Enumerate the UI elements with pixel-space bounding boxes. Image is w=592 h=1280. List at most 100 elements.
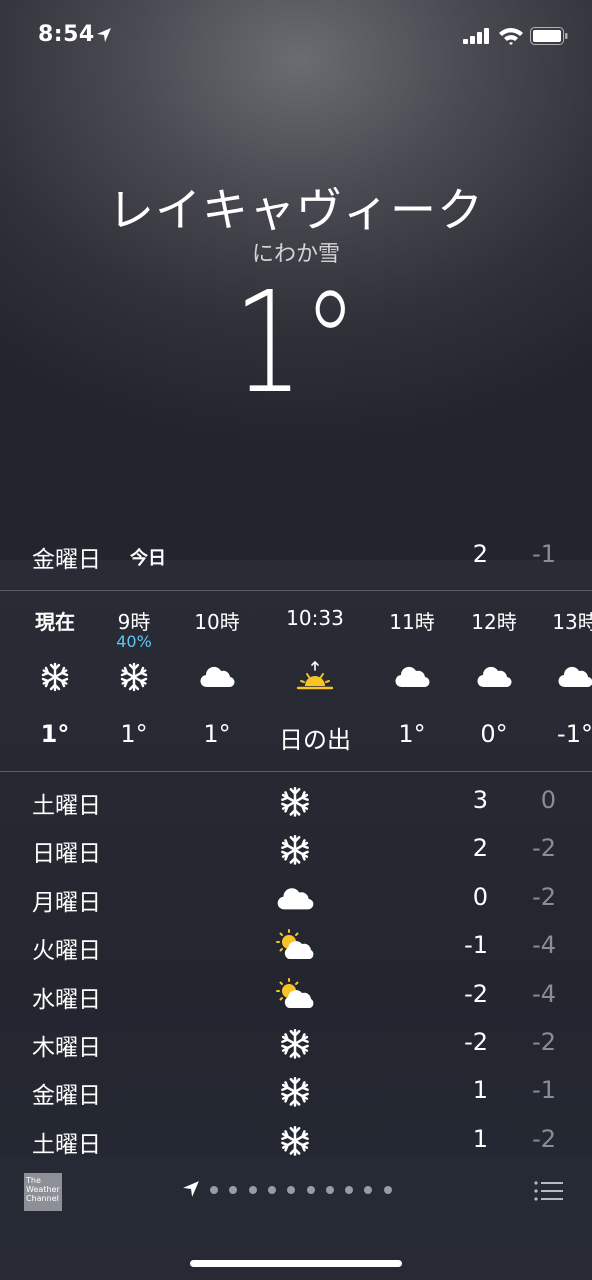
hour-temperature: 0° bbox=[480, 720, 508, 748]
cloud-icon bbox=[274, 881, 316, 915]
page-dot[interactable] bbox=[325, 1186, 334, 1194]
day-high: -2 bbox=[464, 1027, 488, 1056]
snow-icon bbox=[274, 832, 316, 866]
day-low: 0 bbox=[540, 786, 556, 814]
status-bar: 8:54 bbox=[0, 0, 592, 74]
day-high: 3 bbox=[472, 786, 488, 814]
daily-row: 火曜日 -1 -4 bbox=[0, 923, 592, 971]
today-day: 金曜日 bbox=[32, 547, 101, 573]
cloud-icon bbox=[474, 660, 514, 694]
footer-toolbar: The Weather Channel bbox=[0, 1158, 592, 1280]
hour-temperature: 1° bbox=[203, 720, 231, 748]
day-low: -2 bbox=[532, 1027, 556, 1056]
hourly-item: 10:33 日の出 bbox=[270, 592, 360, 770]
day-name: 土曜日 bbox=[32, 1131, 101, 1158]
day-high: 1 bbox=[472, 1076, 488, 1105]
hour-label: 12時 bbox=[471, 610, 517, 634]
signal-icon bbox=[463, 28, 489, 44]
day-low: -1 bbox=[532, 1076, 556, 1105]
hour-temperature: -1° bbox=[557, 720, 592, 748]
page-dot[interactable] bbox=[306, 1186, 315, 1194]
cloud-icon bbox=[392, 660, 432, 694]
hourly-item: 10時 1° bbox=[172, 592, 262, 770]
day-low: -2 bbox=[532, 882, 556, 911]
day-high: -1 bbox=[464, 931, 488, 960]
partly-sunny-icon bbox=[274, 977, 316, 1012]
hour-temperature: 日の出 bbox=[279, 726, 351, 754]
snow-icon bbox=[274, 1074, 316, 1108]
status-time: 8:54 bbox=[38, 22, 95, 47]
page-dot[interactable] bbox=[267, 1186, 276, 1194]
hour-temperature: 1° bbox=[398, 720, 426, 748]
hour-label: 10時 bbox=[194, 610, 240, 634]
daily-row: 金曜日 1 -1 bbox=[0, 1068, 592, 1116]
page-dot[interactable] bbox=[345, 1186, 354, 1194]
city-name: レイキャヴィーク bbox=[108, 183, 484, 237]
snow-icon bbox=[274, 784, 316, 818]
hourly-item: 12時 0° bbox=[449, 592, 539, 770]
weather-channel-logo[interactable]: The Weather Channel bbox=[24, 1173, 62, 1211]
snow-icon bbox=[35, 660, 75, 694]
page-dot[interactable] bbox=[364, 1186, 373, 1194]
daily-row: 木曜日 -2 -2 bbox=[0, 1020, 592, 1068]
today-high: 2 bbox=[472, 540, 488, 568]
sunrise-icon bbox=[295, 660, 335, 694]
partly-sunny-icon bbox=[274, 929, 316, 963]
location-arrow-icon bbox=[97, 28, 111, 42]
divider bbox=[0, 590, 592, 591]
current-temperature: 1° bbox=[233, 262, 359, 425]
home-indicator[interactable] bbox=[190, 1260, 402, 1267]
hourly-item: 9時 40% 1° bbox=[89, 592, 179, 770]
day-low: -4 bbox=[532, 931, 556, 960]
location-arrow-icon bbox=[183, 1181, 199, 1197]
snow-icon bbox=[274, 1026, 316, 1060]
snow-icon bbox=[274, 1123, 316, 1157]
day-low: -2 bbox=[532, 834, 556, 863]
page-dot[interactable] bbox=[229, 1186, 238, 1194]
hour-label: 10:33 bbox=[286, 606, 344, 630]
day-name: 木曜日 bbox=[32, 1034, 101, 1061]
hour-temperature: 1° bbox=[120, 720, 148, 748]
day-name: 日曜日 bbox=[32, 841, 101, 868]
precip-chance: 40% bbox=[116, 632, 152, 651]
wifi-icon bbox=[499, 28, 523, 45]
daily-row: 水曜日 -2 -4 bbox=[0, 972, 592, 1020]
day-name: 土曜日 bbox=[32, 793, 101, 819]
day-name: 金曜日 bbox=[32, 1083, 101, 1110]
today-low: -1 bbox=[532, 540, 556, 568]
hour-label: 現在 bbox=[35, 610, 75, 634]
hourly-item: 11時 1° bbox=[367, 592, 457, 770]
cloud-icon bbox=[555, 660, 592, 694]
today-label: 今日 bbox=[130, 548, 166, 569]
daily-row: 土曜日 3 0 bbox=[0, 778, 592, 826]
day-low: -2 bbox=[532, 1124, 556, 1153]
hour-temperature: 1° bbox=[40, 720, 70, 748]
hourly-item: 現在 1° bbox=[10, 592, 100, 770]
day-high: 0 bbox=[472, 882, 488, 911]
hour-label: 9時 bbox=[117, 610, 151, 634]
hour-label: 13時 bbox=[552, 610, 592, 634]
day-high: -2 bbox=[464, 979, 488, 1008]
day-name: 月曜日 bbox=[32, 889, 101, 916]
day-name: 火曜日 bbox=[32, 938, 101, 965]
cloud-icon bbox=[197, 660, 237, 694]
list-icon[interactable] bbox=[534, 1180, 564, 1202]
day-high: 2 bbox=[472, 834, 488, 863]
daily-row: 日曜日 2 -2 bbox=[0, 826, 592, 874]
divider bbox=[0, 771, 592, 772]
page-dot[interactable] bbox=[383, 1186, 392, 1194]
daily-row: 月曜日 0 -2 bbox=[0, 875, 592, 923]
hourly-forecast[interactable]: 現在 1° 9時 40% 1° 10時 1° 10:33 日の出 11時 1° 12時 0° 13時 -1° bbox=[0, 592, 592, 770]
battery-icon bbox=[530, 27, 568, 45]
snow-icon bbox=[114, 660, 154, 694]
day-low: -4 bbox=[532, 979, 556, 1008]
day-high: 1 bbox=[472, 1124, 488, 1153]
hourly-item: 13時 -1° bbox=[530, 592, 592, 770]
today-summary: 金曜日 今日 2 -1 bbox=[0, 536, 592, 576]
page-dot[interactable] bbox=[248, 1186, 257, 1194]
page-dot[interactable] bbox=[287, 1186, 296, 1194]
daily-forecast[interactable]: 土曜日 3 0 日曜日 2 -2 月曜日 0 -2 火曜日 -1 -4 水曜日 -2 -4 木曜日 -2 -2 金曜… bbox=[0, 778, 592, 1165]
page-dot[interactable] bbox=[210, 1186, 218, 1194]
hour-label: 11時 bbox=[389, 610, 435, 634]
day-name: 水曜日 bbox=[32, 986, 101, 1013]
